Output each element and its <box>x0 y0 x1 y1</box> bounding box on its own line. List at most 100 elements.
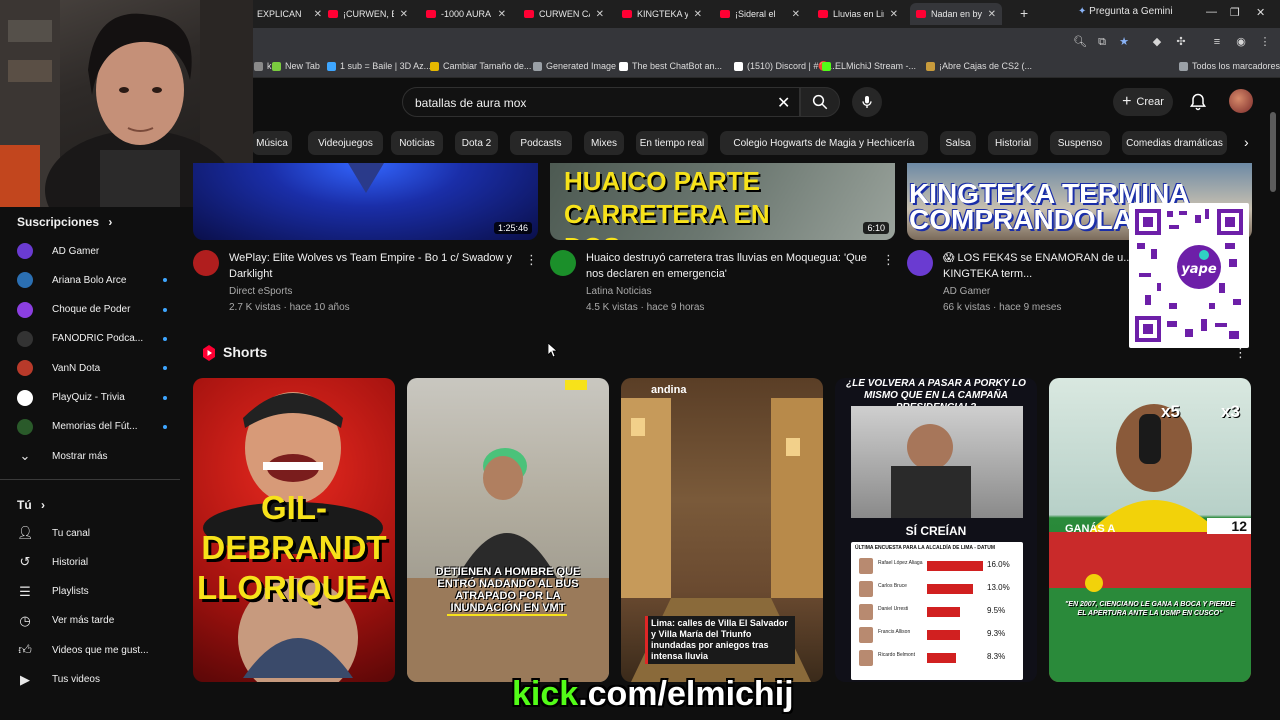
sidebar-subscription-item[interactable]: Choque de Poder <box>17 298 167 322</box>
close-tab-icon[interactable]: ✕ <box>982 9 996 20</box>
short-subcaption: SÍ CREÍAN <box>905 524 967 538</box>
video-options-icon[interactable]: ⋮ <box>525 252 538 268</box>
you-heading[interactable]: Tú › <box>17 498 45 512</box>
video-title[interactable]: WePlay: Elite Wolves vs Team Empire - Bo… <box>229 250 519 282</box>
bookmark-item[interactable]: New Tab <box>272 61 320 71</box>
close-tab-icon[interactable]: ✕ <box>590 9 604 20</box>
page-scrollbar[interactable] <box>1270 112 1276 682</box>
bookmark-item[interactable]: 1 sub = Baile | 3D Az... <box>327 61 431 71</box>
subscriptions-heading[interactable]: Suscripciones › <box>17 215 112 229</box>
sidebar-subscription-item[interactable]: FANODRIC Podca... <box>17 327 167 351</box>
bookmark-item[interactable]: Generated Image <box>533 61 616 71</box>
sidebar-subscription-item[interactable]: VanN Dota <box>17 356 167 380</box>
browser-tab[interactable]: Nadan en by- ✕ <box>910 3 1002 25</box>
chips-next-icon[interactable]: › <box>1244 134 1249 150</box>
poll-percentage: 13.0% <box>987 583 1010 592</box>
video-options-icon[interactable]: ⋮ <box>882 252 895 268</box>
sidebar-subscription-item[interactable]: AD Gamer <box>17 239 167 263</box>
bookmark-item[interactable]: Todos los marcadores <box>1179 61 1280 71</box>
filter-chip[interactable]: Historial <box>988 131 1038 155</box>
bookmark-favicon-icon <box>619 61 628 71</box>
search-button[interactable] <box>800 87 840 117</box>
browser-tab[interactable]: Lluvias en Lim✕ <box>812 3 904 25</box>
create-button[interactable]: + Crear <box>1113 88 1173 116</box>
search-input[interactable] <box>415 94 765 112</box>
short-card[interactable]: andina Lima: calles de Villa El Salvador… <box>621 378 823 682</box>
bookmark-item[interactable]: k <box>254 61 272 71</box>
filter-chip[interactable]: Música <box>252 131 292 155</box>
channel-avatar[interactable] <box>193 250 219 276</box>
close-tab-icon[interactable]: ✕ <box>492 9 506 20</box>
filter-chip[interactable]: Comedias dramáticas <box>1122 131 1227 155</box>
sidebar-you-item[interactable]: 👍︎ Videos que me gust... <box>17 638 167 662</box>
minimize-icon[interactable]: — <box>1206 6 1217 18</box>
video-thumbnail[interactable]: HUAICO PARTE CARRETERA EN DOS 6:10 <box>550 163 895 240</box>
new-tab-button[interactable]: + <box>1020 5 1028 21</box>
close-tab-icon[interactable]: ✕ <box>688 9 702 20</box>
video-channel[interactable]: Direct eSports <box>229 286 292 297</box>
notifications-bell-icon[interactable] <box>1188 92 1208 112</box>
browser-tab[interactable]: ¡Sideral el ✕ <box>714 3 806 25</box>
show-more-button[interactable]: ⌄ Mostrar más <box>17 444 167 468</box>
scrollbar-thumb[interactable] <box>1270 112 1276 192</box>
sidebar-you-item[interactable]: ☰ Playlists <box>17 580 167 604</box>
extension-diamond-icon[interactable]: ◆ <box>1150 35 1164 49</box>
channel-avatar[interactable] <box>550 250 576 276</box>
short-card[interactable]: ¿LE VOLVERÁ A PASAR A PORKY LO MISMO QUE… <box>835 378 1037 682</box>
profile-icon[interactable]: ◉ <box>1234 35 1248 49</box>
clear-search-icon[interactable]: ✕ <box>777 93 790 113</box>
browser-tab[interactable]: KINGTEKA y la✕ <box>616 3 708 25</box>
gemini-prompt[interactable]: ✦ Pregunta a Gemini <box>1078 6 1173 17</box>
video-channel[interactable]: Latina Noticias <box>586 286 652 297</box>
short-card[interactable]: DETIENEN A HOMBRE QUE ENTRÓ NADANDO AL B… <box>407 378 609 682</box>
filter-chip[interactable]: Videojuegos <box>308 131 383 155</box>
extensions-puzzle-icon[interactable]: ✣ <box>1174 35 1188 49</box>
search-box[interactable]: ✕ <box>402 87 800 117</box>
short-card[interactable]: x5 x3 GANÁS A 12 "EN 2007, CIENCIANO LE … <box>1049 378 1251 682</box>
browser-tab[interactable]: -1000 AURA - ✕ <box>420 3 512 25</box>
browser-tab[interactable]: ¡CURWEN, EL✕ <box>322 3 414 25</box>
voice-search-button[interactable] <box>852 87 882 117</box>
sidebar-you-item[interactable]: ▶ Tus videos <box>17 668 167 692</box>
filter-chip[interactable]: Noticias <box>391 131 443 155</box>
close-window-icon[interactable]: ✕ <box>1256 6 1265 19</box>
sidebar-subscription-item[interactable]: Ariana Bolo Arce <box>17 268 167 292</box>
bookmark-star-icon[interactable]: ★ <box>1117 35 1131 49</box>
video-thumbnail[interactable]: 1:25:46 <box>193 163 538 240</box>
video-title[interactable]: Huaico destruyó carretera tras lluvias e… <box>586 250 876 282</box>
zoom-icon[interactable]: 🔍︎ <box>1073 35 1087 49</box>
browser-tab[interactable]: CURWEN CAC✕ <box>518 3 610 25</box>
bookmark-item[interactable]: The best ChatBot an... <box>619 61 722 71</box>
shorts-more-icon[interactable]: ⋮ <box>1234 345 1247 361</box>
close-tab-icon[interactable]: ✕ <box>786 9 800 20</box>
close-tab-icon[interactable]: ✕ <box>884 9 898 20</box>
sidebar-you-item[interactable]: ↺ Historial <box>17 550 167 574</box>
filter-chip[interactable]: Colegio Hogwarts de Magia y Hechicería <box>720 131 928 155</box>
menu-dots-icon[interactable]: ⋮ <box>1258 35 1272 49</box>
account-avatar[interactable] <box>1229 89 1253 113</box>
bookmark-item[interactable]: ELMichiJ Stream -... <box>822 61 916 71</box>
sidebar-you-item[interactable]: 👤︎ Tu canal <box>17 521 167 545</box>
bookmark-item[interactable]: Cambiar Tamaño de... <box>430 61 531 71</box>
video-channel[interactable]: AD Gamer <box>943 286 990 297</box>
sidebar-you-item[interactable]: ◷ Ver más tarde <box>17 609 167 633</box>
new-content-dot <box>163 366 167 371</box>
new-content-dot <box>163 278 167 283</box>
media-controls-icon[interactable]: ≡ <box>1210 35 1224 49</box>
channel-avatar[interactable] <box>907 250 933 276</box>
filter-chip[interactable]: Dota 2 <box>455 131 498 155</box>
filter-chip[interactable]: Podcasts <box>510 131 572 155</box>
bookmark-item[interactable]: ¡Abre Cajas de CS2 (... <box>926 61 1032 71</box>
filter-chip[interactable]: En tiempo real <box>636 131 708 155</box>
bookmark-label: Cambiar Tamaño de... <box>443 61 532 71</box>
filter-chip[interactable]: Mixes <box>584 131 624 155</box>
restore-icon[interactable]: ❐ <box>1230 6 1240 19</box>
filter-chip[interactable]: Salsa <box>940 131 976 155</box>
sidebar-subscription-item[interactable]: PlayQuiz - Trivia <box>17 386 167 410</box>
short-card[interactable]: GIL-DEBRANDT LLORIQUEA <box>193 378 395 682</box>
sidebar-subscription-item[interactable]: Memorias del Fút... <box>17 415 167 439</box>
close-tab-icon[interactable]: ✕ <box>308 9 322 20</box>
close-tab-icon[interactable]: ✕ <box>394 9 408 20</box>
cast-icon[interactable]: ⧉ <box>1095 35 1109 49</box>
filter-chip[interactable]: Suspenso <box>1050 131 1110 155</box>
